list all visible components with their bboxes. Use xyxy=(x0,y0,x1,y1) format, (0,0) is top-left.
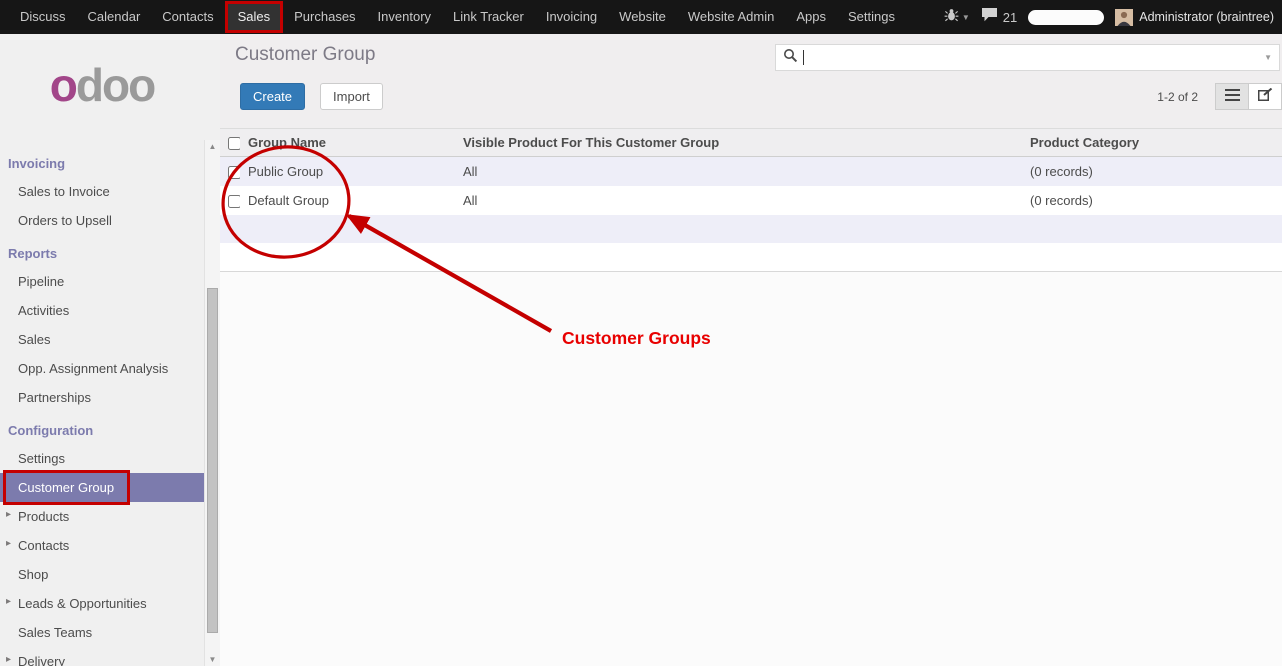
sidebar-item-orders-to-upsell[interactable]: Orders to Upsell xyxy=(0,206,204,235)
sidebar-menu: Invoicing Sales to Invoice Orders to Ups… xyxy=(0,148,204,666)
list-view-icon xyxy=(1225,88,1240,106)
sidebar-item-activities[interactable]: Activities xyxy=(0,296,204,325)
sidebar-item-partnerships[interactable]: Partnerships xyxy=(0,383,204,412)
search-input[interactable] xyxy=(808,49,1264,66)
scroll-down-icon[interactable]: ▼ xyxy=(205,655,220,664)
nav-website-admin[interactable]: Website Admin xyxy=(677,0,785,34)
nav-discuss[interactable]: Discuss xyxy=(9,0,77,34)
sidebar-item-label: Products xyxy=(18,509,69,524)
action-buttons: Create Import xyxy=(240,83,383,110)
column-header-visible-product[interactable]: Visible Product For This Customer Group xyxy=(455,129,1022,157)
search-icon xyxy=(783,48,798,68)
sidebar-heading-invoicing: Invoicing xyxy=(0,148,204,177)
expand-arrow-icon: ▸ xyxy=(6,509,11,520)
empty-row xyxy=(220,243,1282,272)
sidebar-item-label: Contacts xyxy=(18,538,69,553)
form-view-button[interactable] xyxy=(1248,83,1282,110)
username: Administrator (braintree) xyxy=(1139,10,1274,24)
text-cursor xyxy=(803,50,804,65)
page: Discuss Calendar Contacts Sales Purchase… xyxy=(0,0,1282,666)
sidebar-item-label: Leads & Opportunities xyxy=(18,596,147,611)
cell-group-name: Default Group xyxy=(240,186,455,215)
search-box[interactable]: ▼ xyxy=(775,44,1280,71)
customer-group-table: Group Name Visible Product For This Cust… xyxy=(220,128,1282,272)
user-menu[interactable]: Administrator (braintree) xyxy=(1115,9,1274,26)
list-view-button[interactable] xyxy=(1215,83,1249,110)
sidebar-item-sales[interactable]: Sales xyxy=(0,325,204,354)
nav-contacts[interactable]: Contacts xyxy=(151,0,224,34)
import-button[interactable]: Import xyxy=(320,83,383,110)
sidebar-item-sales-teams[interactable]: Sales Teams xyxy=(0,618,204,647)
sidebar-item-pipeline[interactable]: Pipeline xyxy=(0,267,204,296)
nav-website[interactable]: Website xyxy=(608,0,677,34)
row-select-cell xyxy=(220,157,240,187)
message-count: 21 xyxy=(1003,10,1017,25)
column-header-group-name[interactable]: Group Name xyxy=(240,129,455,157)
create-button[interactable]: Create xyxy=(240,83,305,110)
messages-button[interactable]: 21 xyxy=(981,7,1017,27)
nav-inventory[interactable]: Inventory xyxy=(367,0,442,34)
sidebar-item-shop[interactable]: Shop xyxy=(0,560,204,589)
sidebar-item-contacts[interactable]: ▸ Contacts xyxy=(0,531,204,560)
top-navbar: Discuss Calendar Contacts Sales Purchase… xyxy=(0,0,1282,34)
main-content: Customer Group ▼ Create Import 1-2 of 2 xyxy=(220,34,1282,666)
sidebar-item-label: Customer Group xyxy=(18,480,114,495)
column-header-product-category[interactable]: Product Category xyxy=(1022,129,1282,157)
sidebar-item-customer-group[interactable]: Customer Group xyxy=(0,473,204,502)
table-header-row: Group Name Visible Product For This Cust… xyxy=(220,129,1282,157)
sidebar-item-settings[interactable]: Settings xyxy=(0,444,204,473)
sidebar-item-sales-to-invoice[interactable]: Sales to Invoice xyxy=(0,177,204,206)
nav-link-tracker[interactable]: Link Tracker xyxy=(442,0,535,34)
status-pill xyxy=(1028,10,1104,25)
table-row[interactable]: Default Group All (0 records) xyxy=(220,186,1282,215)
cell-product-category: (0 records) xyxy=(1022,157,1282,187)
nav-invoicing[interactable]: Invoicing xyxy=(535,0,608,34)
nav-purchases[interactable]: Purchases xyxy=(283,0,366,34)
cell-visible-product: All xyxy=(455,157,1022,187)
row-checkbox[interactable] xyxy=(228,195,240,208)
sidebar-heading-reports: Reports xyxy=(0,238,204,267)
cell-visible-product: All xyxy=(455,186,1022,215)
nav-sales[interactable]: Sales xyxy=(228,4,281,30)
topbar-right: ▼ 21 Administrato xyxy=(944,7,1282,27)
cell-group-name: Public Group xyxy=(240,157,455,187)
nav-settings[interactable]: Settings xyxy=(837,0,906,34)
bug-icon xyxy=(944,8,959,27)
sidebar-item-delivery[interactable]: ▸ Delivery xyxy=(0,647,204,666)
sidebar-item-leads-opportunities[interactable]: ▸ Leads & Opportunities xyxy=(0,589,204,618)
debug-menu[interactable]: ▼ xyxy=(944,8,970,27)
cell-product-category: (0 records) xyxy=(1022,186,1282,215)
expand-arrow-icon: ▸ xyxy=(6,654,11,665)
expand-arrow-icon: ▸ xyxy=(6,538,11,549)
chat-bubble-icon xyxy=(981,7,998,27)
row-checkbox[interactable] xyxy=(228,166,240,179)
sidebar-item-label: Delivery xyxy=(18,654,65,666)
chevron-down-icon: ▼ xyxy=(962,13,970,22)
form-view-icon xyxy=(1258,88,1273,106)
table-row[interactable]: Public Group All (0 records) xyxy=(220,157,1282,187)
select-all-cell xyxy=(220,129,240,157)
avatar xyxy=(1115,9,1133,26)
sidebar-item-products[interactable]: ▸ Products xyxy=(0,502,204,531)
odoo-logo-text: odoo xyxy=(50,58,154,112)
expand-arrow-icon: ▸ xyxy=(6,596,11,607)
sidebar-scrollbar[interactable]: ▲ ▼ xyxy=(204,140,220,666)
control-panel: Customer Group ▼ Create Import 1-2 of 2 xyxy=(220,34,1282,128)
sidebar-item-opp-assignment-analysis[interactable]: Opp. Assignment Analysis xyxy=(0,354,204,383)
nav-calendar[interactable]: Calendar xyxy=(77,0,152,34)
empty-row xyxy=(220,215,1282,243)
select-all-checkbox[interactable] xyxy=(228,137,240,150)
scroll-up-icon[interactable]: ▲ xyxy=(205,142,220,151)
row-select-cell xyxy=(220,186,240,215)
chevron-down-icon[interactable]: ▼ xyxy=(1264,53,1272,62)
nav-apps[interactable]: Apps xyxy=(785,0,837,34)
odoo-logo: odoo xyxy=(0,34,204,136)
sidebar: odoo Invoicing Sales to Invoice Orders t… xyxy=(0,34,220,666)
view-switcher xyxy=(1216,83,1282,110)
sidebar-heading-configuration: Configuration xyxy=(0,415,204,444)
pager[interactable]: 1-2 of 2 xyxy=(1157,90,1198,104)
page-title: Customer Group xyxy=(235,44,375,66)
scrollbar-thumb[interactable] xyxy=(207,288,218,633)
